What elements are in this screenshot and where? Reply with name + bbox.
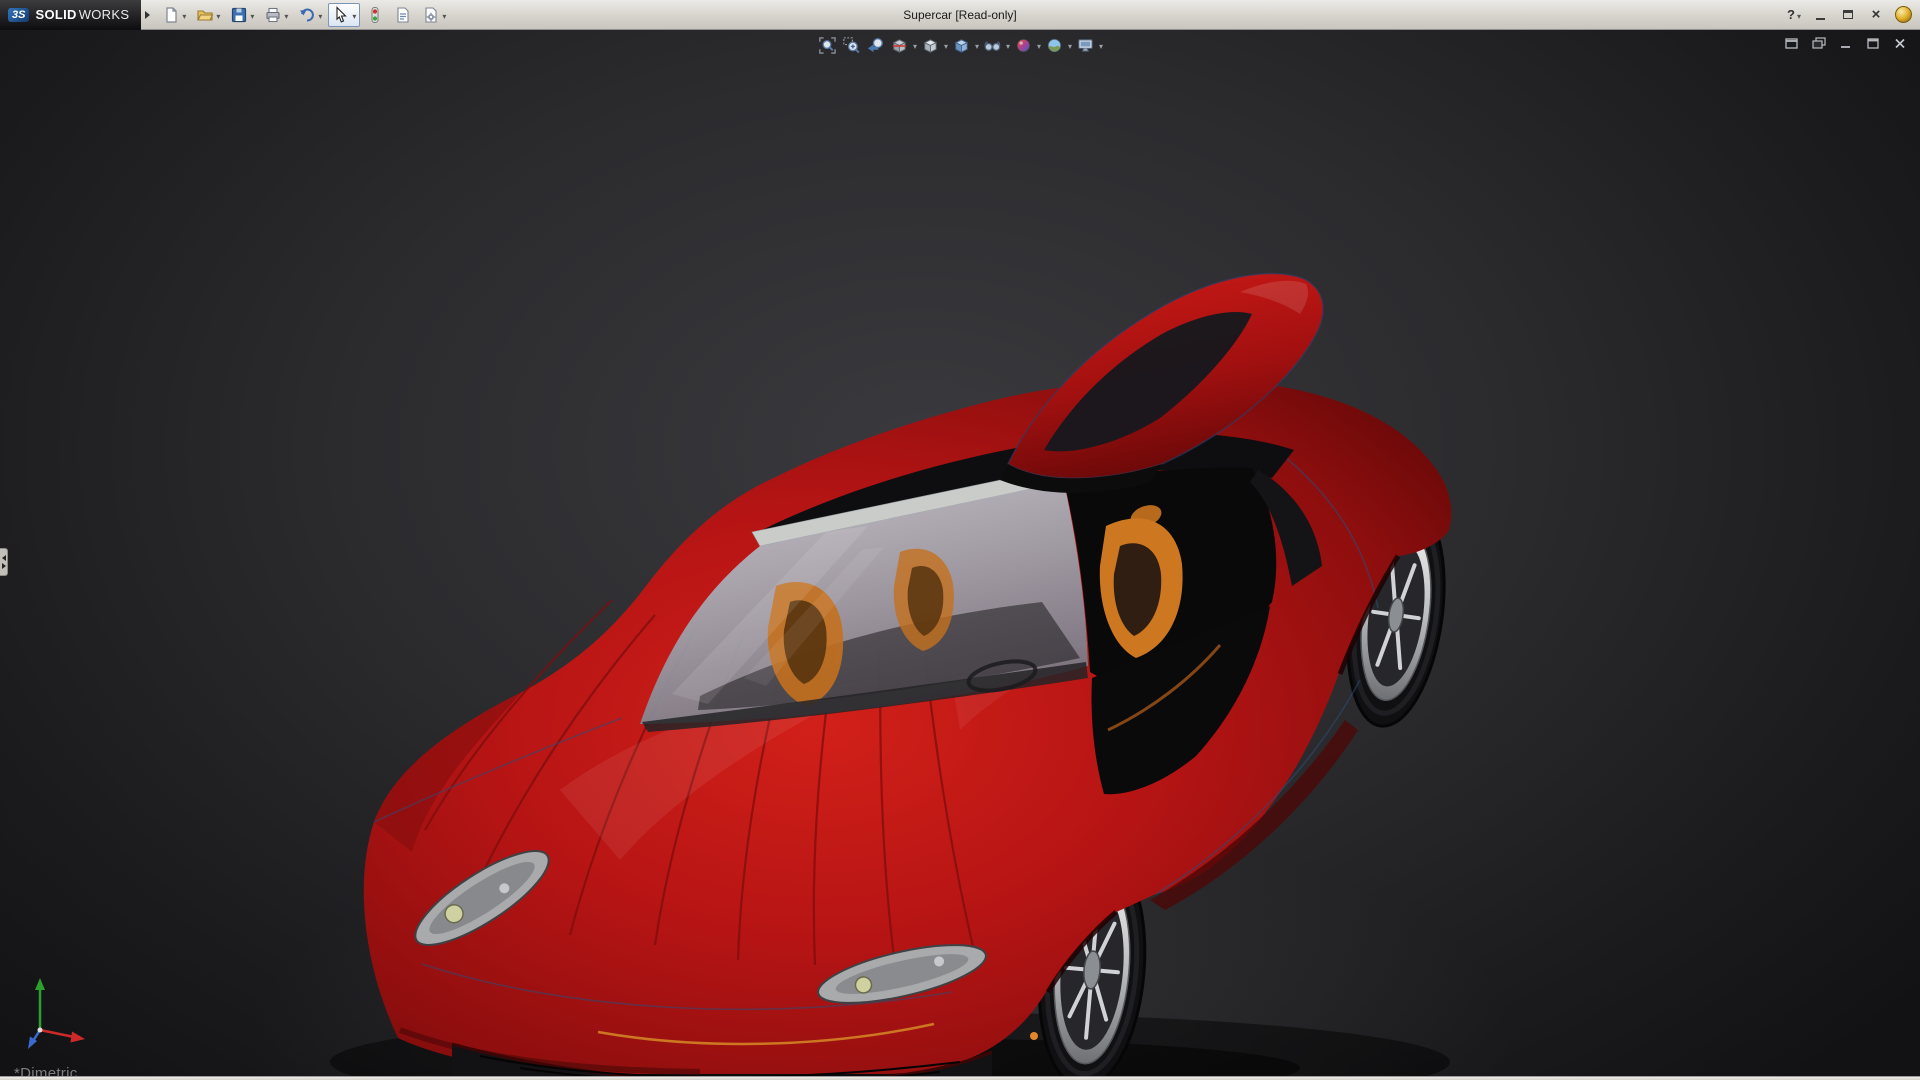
dropdown-caret-icon[interactable] <box>284 7 288 22</box>
view-orientation-cube-icon <box>923 38 938 53</box>
splitter-right-arrow-icon <box>1 563 6 569</box>
dropdown-caret-icon[interactable] <box>442 7 446 22</box>
options-gear-icon <box>425 6 437 23</box>
dropdown-caret-icon[interactable] <box>250 7 254 22</box>
print-icon <box>266 7 280 22</box>
help-button[interactable]: ? <box>1787 7 1801 22</box>
previous-view-icon <box>867 37 883 52</box>
edit-appearance-caret-icon[interactable] <box>1036 36 1042 54</box>
apply-scene-caret-icon[interactable] <box>1067 36 1073 54</box>
zoom-to-area-icon <box>843 36 860 53</box>
rebuild-button[interactable] <box>362 3 388 27</box>
new-document-icon <box>166 6 177 23</box>
minimize-icon <box>1815 18 1825 20</box>
minimize-button[interactable] <box>1811 6 1829 24</box>
undo-button[interactable] <box>294 3 326 27</box>
previous-view-button[interactable] <box>864 33 887 57</box>
car-model[interactable] <box>0 30 1920 1076</box>
panel-splitter-handle[interactable] <box>0 548 8 576</box>
dropdown-caret-icon[interactable] <box>182 7 186 22</box>
x-axis <box>39 1028 75 1039</box>
hide-show-items-button[interactable] <box>981 33 1004 57</box>
dropdown-caret-icon[interactable] <box>352 7 356 22</box>
heads-up-view-toolbar <box>816 33 1104 57</box>
open-button[interactable] <box>192 3 224 27</box>
view-orientation-caret-icon[interactable] <box>943 36 949 54</box>
main-toolbar <box>158 2 450 27</box>
menu-bar: 3S SOLID WORKS ▾ ▾ ▾ ▾ ▾ ▾ ▾ Supercar [R… <box>0 0 1920 30</box>
undo-arrow-icon <box>300 8 315 21</box>
select-button[interactable] <box>328 2 361 27</box>
close-document-button[interactable] <box>1893 37 1908 50</box>
zoom-to-fit-button[interactable] <box>816 33 839 57</box>
restore-window-icon <box>1812 37 1826 49</box>
app-window: 3S SOLID WORKS ▾ ▾ ▾ ▾ ▾ ▾ ▾ Supercar [R… <box>0 0 1920 1080</box>
display-style-cube-icon <box>954 38 969 53</box>
help-caret-icon[interactable] <box>1797 7 1801 22</box>
view-settings-button[interactable] <box>1074 33 1097 57</box>
menu-flyout-arrow-icon[interactable] <box>145 10 151 19</box>
save-floppy-icon <box>232 7 247 22</box>
dropdown-caret-icon[interactable] <box>216 7 220 22</box>
view-orientation-label: *Dimetric <box>14 1065 78 1076</box>
file-properties-icon <box>397 6 409 23</box>
file-properties-button[interactable] <box>390 3 416 27</box>
orientation-triad[interactable] <box>24 972 94 1050</box>
zoom-to-fit-icon <box>819 36 836 54</box>
dassault-3ds-mark: 3S <box>8 7 30 22</box>
section-view-icon <box>892 38 907 53</box>
zoom-to-area-button[interactable] <box>840 33 863 57</box>
section-view-button[interactable] <box>888 33 911 57</box>
open-folder-icon <box>197 9 214 21</box>
edit-appearance-ball-icon <box>1016 38 1031 52</box>
maximize-button[interactable] <box>1839 6 1857 24</box>
maximize-icon <box>1843 10 1853 19</box>
status-bar <box>0 1076 1920 1080</box>
apply-scene-icon <box>1047 38 1062 52</box>
view-settings-caret-icon[interactable] <box>1098 36 1104 54</box>
hide-show-glasses-icon <box>984 41 1001 51</box>
maximize-document-button[interactable] <box>1866 37 1881 50</box>
options-button[interactable] <box>418 3 450 27</box>
display-style-caret-icon[interactable] <box>974 36 980 54</box>
dropdown-caret-icon[interactable] <box>318 7 322 22</box>
minimize-document-icon <box>1841 46 1850 48</box>
apply-scene-button[interactable] <box>1043 33 1066 57</box>
view-orientation-button[interactable] <box>919 33 942 57</box>
select-cursor-icon <box>336 5 348 23</box>
graphics-area[interactable]: *Dimetric <box>0 30 1920 1076</box>
display-style-button[interactable] <box>950 33 973 57</box>
brand-works: WORKS <box>78 7 130 22</box>
previous-window-icon <box>1785 38 1798 49</box>
document-title: Supercar [Read-only] <box>903 7 1017 22</box>
hide-show-caret-icon[interactable] <box>1005 36 1011 54</box>
solidworks-emblem-icon <box>1895 6 1912 23</box>
solidworks-logo: 3S SOLID WORKS <box>0 0 142 30</box>
previous-window-button[interactable] <box>1785 37 1800 50</box>
print-button[interactable] <box>260 3 292 27</box>
help-label: ? <box>1787 7 1795 22</box>
titlebar-controls: ? × <box>1787 6 1920 24</box>
section-view-caret-icon[interactable] <box>912 36 918 54</box>
brand-solid: SOLID <box>35 7 77 22</box>
close-document-icon <box>1895 38 1905 49</box>
restore-window-button[interactable] <box>1812 37 1827 50</box>
maximize-document-icon <box>1867 38 1879 49</box>
minimize-document-button[interactable] <box>1839 37 1854 50</box>
edit-appearance-button[interactable] <box>1012 33 1035 57</box>
rebuild-stoplight-icon <box>371 6 379 23</box>
save-button[interactable] <box>226 3 258 27</box>
splitter-left-arrow-icon <box>1 555 6 561</box>
new-button[interactable] <box>158 3 190 27</box>
document-window-controls <box>1785 37 1908 50</box>
view-settings-monitor-icon <box>1078 38 1093 52</box>
close-button[interactable]: × <box>1867 6 1885 24</box>
amber-marker-light <box>1030 1032 1038 1040</box>
